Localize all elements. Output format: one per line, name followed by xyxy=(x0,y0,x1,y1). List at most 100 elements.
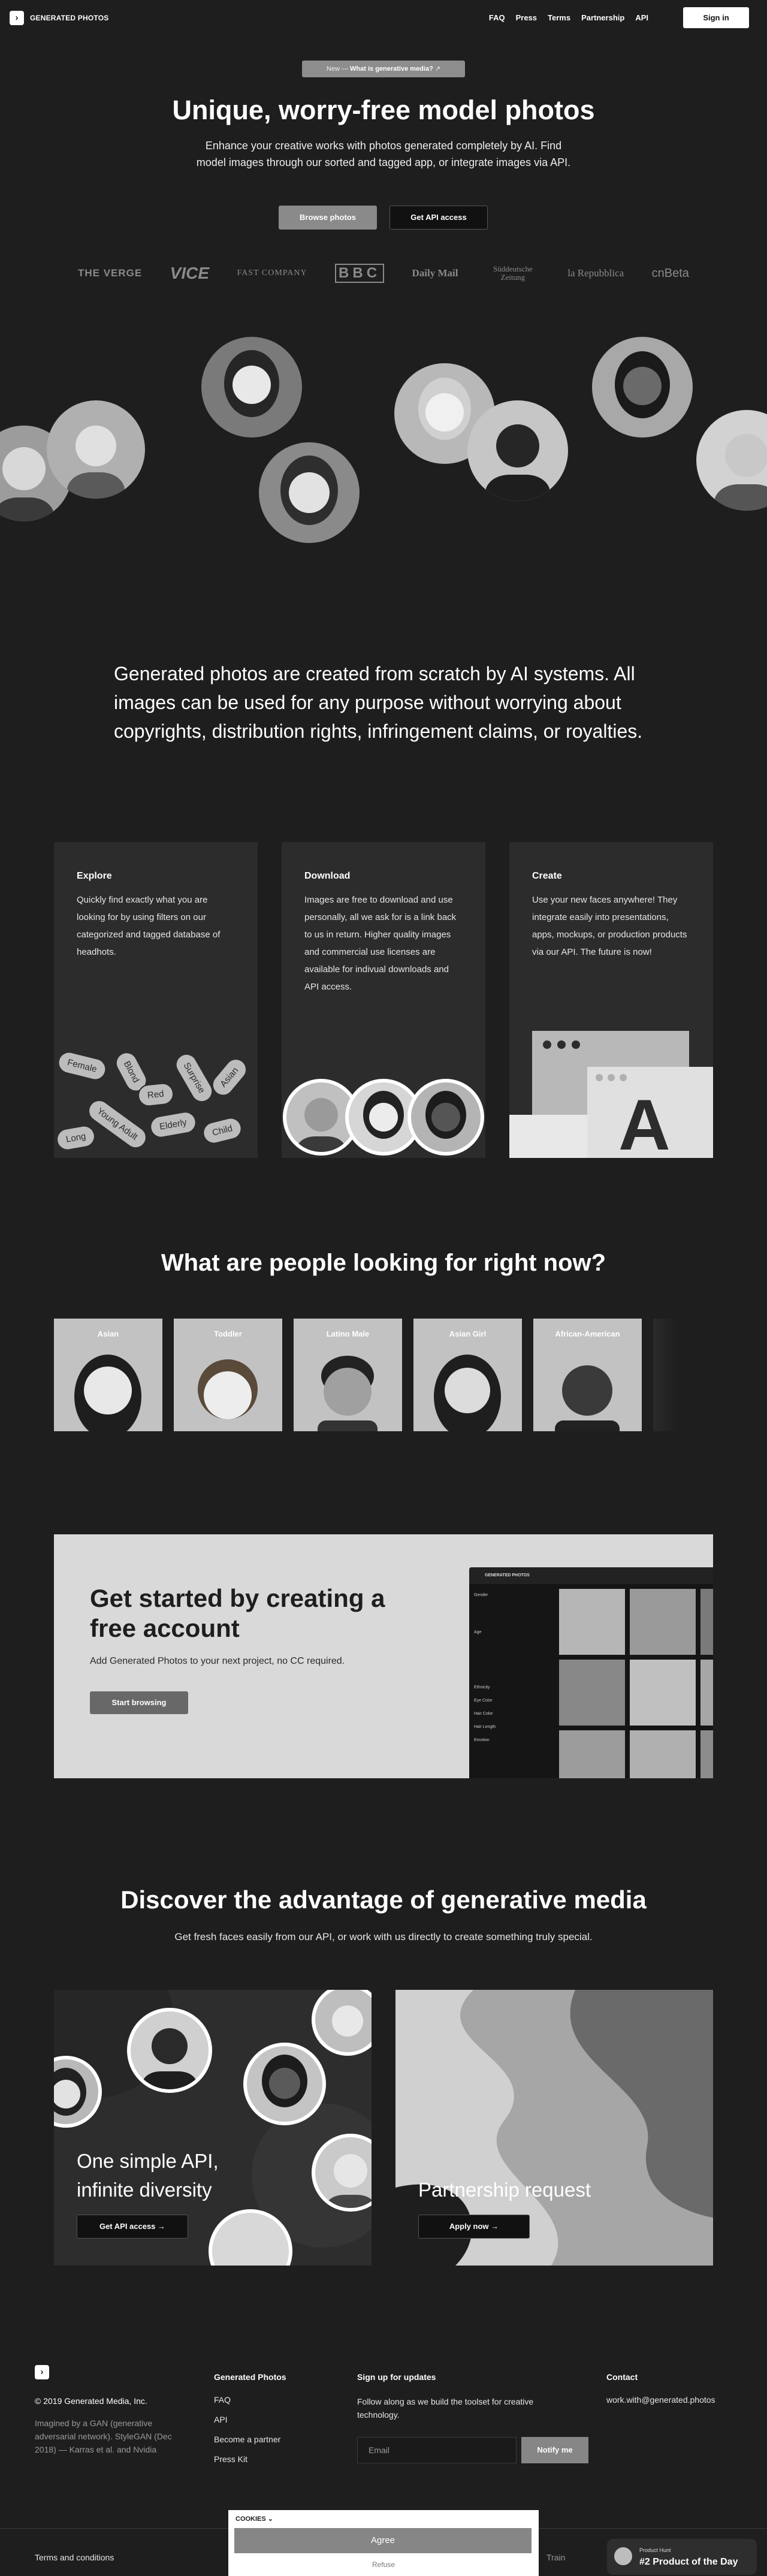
grid-face xyxy=(559,1589,625,1655)
feature-title: Explore xyxy=(77,871,112,881)
category-label: African-American xyxy=(555,1329,620,1338)
person-silhouette-icon xyxy=(224,350,279,417)
category-card-latino-male[interactable]: Latino Male xyxy=(294,1319,402,1431)
press-logo-the-verge: THE VERGE xyxy=(78,267,143,279)
discover-title: Discover the advantage of generative med… xyxy=(120,1886,647,1914)
notify-me-button[interactable]: Notify me xyxy=(521,2437,588,2463)
product-hunt-title: #2 Product of the Day xyxy=(639,2557,738,2567)
cookie-label[interactable]: COOKIES ⌄ xyxy=(235,2515,273,2523)
nav-partnership[interactable]: Partnership xyxy=(581,13,624,22)
press-logo-cnbeta: cnBeta xyxy=(651,266,689,280)
press-logo-fast-company: FAST COMPANY xyxy=(237,269,307,277)
tag-chip[interactable]: Long xyxy=(55,1123,98,1153)
nav-api[interactable]: API xyxy=(635,13,648,22)
product-hunt-label: Product Hunt xyxy=(639,2547,671,2553)
footer-link-api[interactable]: API xyxy=(214,2415,286,2424)
tag-chip[interactable]: Female xyxy=(55,1049,109,1083)
email-input[interactable]: Email xyxy=(357,2437,517,2463)
person-silhouette-icon xyxy=(280,456,338,525)
announcement-pill[interactable]: New — What is generative media? ↗ xyxy=(302,61,465,77)
terms-link[interactable]: Terms and conditions xyxy=(35,2553,114,2562)
nav-terms[interactable]: Terms xyxy=(548,13,570,22)
category-label: Asian xyxy=(97,1329,119,1338)
get-api-access-button[interactable]: Get API access xyxy=(389,206,488,230)
feature-text: Quickly find exactly what you are lookin… xyxy=(77,895,221,957)
face-photo xyxy=(243,2043,326,2125)
feature-card-explore: Explore Quickly find exactly what you ar… xyxy=(54,842,258,1158)
category-card-african-american[interactable]: African-American xyxy=(533,1319,642,1431)
api-access-button[interactable]: Get API access → xyxy=(77,2215,188,2239)
face-photo xyxy=(259,442,360,543)
footer-link-press-kit[interactable]: Press Kit xyxy=(214,2454,286,2464)
press-logos: THE VERGE VICE FAST COMPANY BBC Daily Ma… xyxy=(78,264,689,283)
contact-email-link[interactable]: work.with@generated.photos xyxy=(606,2395,715,2405)
apply-now-button[interactable]: Apply now → xyxy=(418,2215,530,2239)
tag-chip[interactable]: Surprise xyxy=(171,1049,217,1106)
footer-contact-column: Contact work.with@generated.photos xyxy=(606,2372,715,2415)
face-photo xyxy=(201,337,302,438)
feature-card-download: Download Images are free to download and… xyxy=(282,842,485,1158)
agree-button[interactable]: Agree xyxy=(234,2528,532,2553)
tag-chip[interactable]: Elderly xyxy=(148,1109,198,1140)
get-started-title: Get started by creating a free account xyxy=(90,1584,385,1642)
cookie-banner: COOKIES ⌄ Agree Refuse xyxy=(228,2510,539,2576)
category-label: Latino Male xyxy=(326,1329,370,1338)
footer-credit: Imagined by a GAN (generative adversaria… xyxy=(35,2418,172,2454)
contact-title: Contact xyxy=(606,2372,638,2382)
filter-label: Hair Length xyxy=(474,1725,496,1729)
press-logo-bbc: BBC xyxy=(335,264,385,283)
nav-faq[interactable]: FAQ xyxy=(489,13,505,22)
signup-text: Follow along as we build the toolset for… xyxy=(357,2397,534,2420)
footer-link-faq[interactable]: FAQ xyxy=(214,2395,286,2405)
window-dots-icon xyxy=(596,1074,627,1081)
person-silhouette-icon xyxy=(332,2005,363,2037)
tag-chip[interactable]: Asian xyxy=(207,1054,252,1101)
app-preview-sidebar: Gender Age Ethnicity Eye Color Hair Colo… xyxy=(474,1589,558,1747)
arrow-right-icon: → xyxy=(491,2222,499,2231)
app-preview: GENERATED PHOTOS Gender Age Ethnicity Ey… xyxy=(469,1567,713,1778)
category-card-toddler[interactable]: Toddler xyxy=(174,1319,282,1431)
nav-press[interactable]: Press xyxy=(516,13,537,22)
start-browsing-button[interactable]: Start browsing xyxy=(90,1691,188,1714)
tag-chip[interactable]: Young Adult xyxy=(83,1095,151,1153)
press-logo-vice: VICE xyxy=(170,264,210,282)
face-photo xyxy=(127,2008,212,2093)
face-photo xyxy=(467,400,568,501)
person-silhouette-icon xyxy=(615,351,670,418)
filter-label: Gender xyxy=(474,1593,488,1597)
grid-face xyxy=(630,1660,696,1726)
value-statement: Generated photos are created from scratc… xyxy=(114,663,643,742)
site-header: › GENERATED PHOTOS FAQ Press Terms Partn… xyxy=(0,0,767,36)
feature-title: Create xyxy=(532,871,562,881)
grid-face xyxy=(700,1660,713,1726)
grid-face xyxy=(559,1730,625,1778)
face-photo xyxy=(696,410,767,511)
browse-photos-button[interactable]: Browse photos xyxy=(279,206,377,230)
signup-title: Sign up for updates xyxy=(357,2372,436,2382)
press-logo-daily-mail: Daily Mail xyxy=(412,267,458,279)
grid-face xyxy=(630,1589,696,1655)
hero-title: Unique, worry-free model photos xyxy=(172,95,595,125)
footer-logo-icon[interactable]: › xyxy=(35,2365,49,2379)
feature-text: Images are free to download and use pers… xyxy=(304,895,457,992)
product-hunt-avatar xyxy=(614,2547,632,2565)
api-card-title: One simple API, infinite diversity xyxy=(77,2150,219,2201)
sign-in-button[interactable]: Sign in xyxy=(683,7,749,28)
train-link[interactable]: Train xyxy=(546,2553,565,2562)
tag-chip[interactable]: Red xyxy=(137,1081,175,1108)
product-hunt-badge[interactable]: Product Hunt #2 Product of the Day xyxy=(607,2539,757,2575)
tag-chip[interactable]: Child xyxy=(200,1115,244,1147)
letter-a-icon: A xyxy=(618,1085,671,1158)
footer-signup-column: Sign up for updates Follow along as we b… xyxy=(357,2372,561,2421)
refuse-button[interactable]: Refuse xyxy=(228,2560,539,2569)
grid-face xyxy=(559,1660,625,1726)
category-card-asian[interactable]: Asian xyxy=(54,1319,162,1431)
feature-card-create: Create Use your new faces anywhere! They… xyxy=(509,842,713,1158)
pill-prefix: New — xyxy=(326,65,348,73)
footer-link-partner[interactable]: Become a partner xyxy=(214,2435,286,2444)
category-card-asian-girl[interactable]: Asian Girl xyxy=(413,1319,522,1431)
category-card-partial[interactable] xyxy=(653,1319,677,1431)
filter-label: Hair Color xyxy=(474,1712,493,1716)
api-card: One simple API, infinite diversity Get A… xyxy=(54,1990,372,2266)
logo[interactable]: › GENERATED PHOTOS xyxy=(10,11,108,25)
